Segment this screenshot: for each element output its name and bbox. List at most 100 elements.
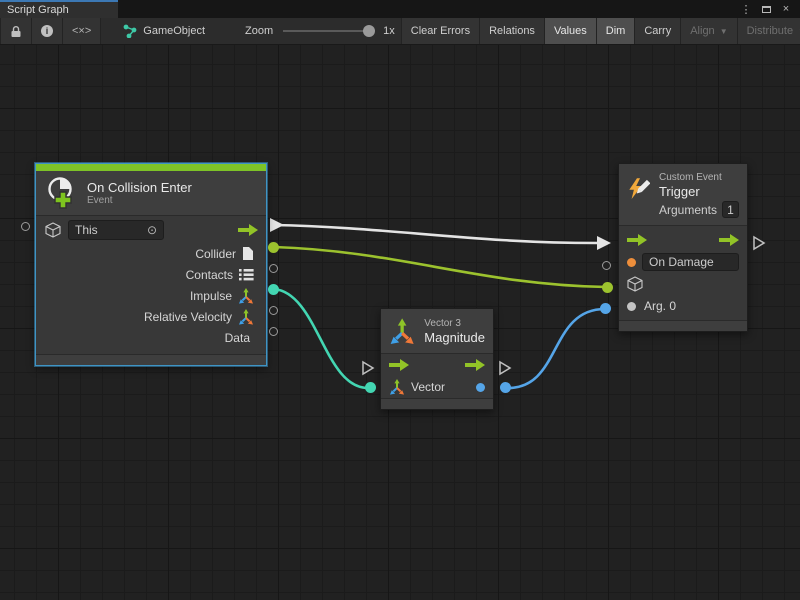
node-title: Trigger [659, 184, 739, 199]
port-row-impulse[interactable]: Impulse [36, 285, 266, 306]
magnitude-output-port[interactable] [476, 383, 485, 392]
tab-title: Script Graph [7, 4, 69, 16]
this-value: This [75, 223, 98, 237]
kebab-menu-icon[interactable]: ⋮ [738, 1, 754, 17]
event-name-port[interactable] [627, 258, 636, 267]
arg0-port [627, 302, 636, 311]
values-button[interactable]: Values [545, 18, 597, 44]
wire-collider-to-target[interactable] [274, 247, 606, 287]
close-icon[interactable]: × [778, 1, 794, 17]
node-title: On Collision Enter [87, 180, 192, 195]
node-title: Magnitude [424, 330, 485, 345]
port-label: Collider [195, 247, 236, 261]
flow-out-arrow-icon[interactable] [465, 359, 485, 371]
distribute-button[interactable]: Distribute ▼ [738, 18, 800, 44]
port-relative-velocity-output[interactable] [269, 306, 278, 315]
vector3-axis-icon [389, 318, 415, 345]
lock-icon [10, 25, 22, 38]
port-magnitude-output[interactable] [500, 382, 511, 393]
port-flow-in-triangle[interactable] [361, 360, 375, 376]
graph-canvas[interactable]: On Collision Enter Event This ⊙ Collider [0, 45, 800, 600]
port-collider-output[interactable] [268, 242, 279, 253]
wire-flow-start-arrow [270, 218, 284, 232]
port-trigger-flow-out-triangle[interactable] [752, 235, 766, 251]
vector3-axis-icon [389, 379, 405, 395]
cube-icon [626, 275, 644, 293]
wire-flow-end-arrow [597, 236, 611, 250]
this-field[interactable]: This ⊙ [68, 220, 164, 240]
clear-errors-button[interactable]: Clear Errors [401, 18, 480, 44]
graph-context[interactable]: GameObject [117, 18, 211, 44]
port-label: Impulse [190, 289, 232, 303]
vector3-axis-icon [238, 288, 254, 304]
port-row-data[interactable]: Data [36, 327, 266, 348]
collision-event-icon [44, 176, 78, 210]
titlebar: Script Graph ⋮ × [0, 0, 800, 18]
target-row[interactable] [619, 273, 747, 295]
vector3-axis-icon [238, 309, 254, 325]
port-impulse-output[interactable] [268, 284, 279, 295]
port-this-input[interactable] [21, 222, 30, 231]
titlebar-spacer [118, 0, 738, 18]
arg0-label: Arg. 0 [644, 299, 676, 313]
gameobject-label: GameObject [143, 25, 205, 37]
flow-out-arrow-icon[interactable] [238, 224, 258, 236]
port-row-contacts[interactable]: Contacts [36, 264, 266, 285]
tab-script-graph[interactable]: Script Graph [0, 0, 118, 18]
distribute-label: Distribute [747, 25, 793, 37]
port-row-collider[interactable]: Collider [36, 243, 266, 264]
info-icon: i [41, 25, 53, 37]
port-label: Contacts [186, 268, 233, 282]
port-arg0-input[interactable] [600, 303, 611, 314]
flow-out-arrow-icon[interactable] [719, 234, 739, 246]
node-type-label: Custom Event [659, 171, 739, 184]
align-button[interactable]: Align ▼ [681, 18, 737, 44]
arguments-field[interactable]: 1 [722, 201, 739, 218]
wire-magnitude-to-arg0[interactable] [506, 309, 605, 388]
zoom-label: Zoom [245, 25, 273, 37]
carry-button[interactable]: Carry [635, 18, 681, 44]
vector-input-row[interactable]: Vector [381, 376, 493, 398]
flow-row [381, 354, 493, 376]
node-on-collision-enter[interactable]: On Collision Enter Event This ⊙ Collider [35, 163, 267, 366]
port-flow-out-triangle[interactable] [498, 360, 512, 376]
port-data-output[interactable] [269, 327, 278, 336]
code-preview-button[interactable]: <×> [63, 18, 101, 44]
relations-button[interactable]: Relations [480, 18, 545, 44]
lock-button[interactable] [0, 18, 32, 44]
maximize-icon[interactable] [758, 1, 774, 17]
code-icon: <×> [72, 25, 91, 37]
target-row: This ⊙ [36, 216, 266, 243]
port-vector-input[interactable] [365, 382, 376, 393]
wire-flow[interactable] [272, 225, 597, 243]
port-target-input[interactable] [602, 282, 613, 293]
zoom-slider-handle[interactable] [363, 25, 375, 37]
arguments-label: Arguments [659, 203, 717, 217]
flow-in-arrow-icon[interactable] [627, 234, 647, 246]
port-contacts-output[interactable] [269, 264, 278, 273]
node-trigger-custom-event[interactable]: Custom Event Trigger Arguments 1 On [618, 163, 748, 332]
node-header: Custom Event Trigger Arguments 1 [619, 164, 747, 226]
graph-icon [123, 24, 137, 38]
object-picker-icon[interactable]: ⊙ [147, 223, 157, 237]
vector-port-label: Vector [411, 380, 445, 394]
port-row-relative-velocity[interactable]: Relative Velocity [36, 306, 266, 327]
arg0-row[interactable]: Arg. 0 [619, 295, 747, 317]
list-icon [239, 268, 254, 281]
custom-event-icon [627, 174, 650, 204]
window-controls: ⋮ × [738, 0, 800, 18]
node-subtitle: Event [87, 195, 192, 207]
node-vector3-magnitude[interactable]: Vector 3 Magnitude Vector [380, 308, 494, 410]
wire-impulse-to-vector[interactable] [274, 289, 368, 388]
flow-in-arrow-icon[interactable] [389, 359, 409, 371]
port-event-name-input[interactable] [602, 261, 611, 270]
dim-button[interactable]: Dim [597, 18, 636, 44]
graph-toolbar: i <×> GameObject Zoom 1x Clear Errors Re… [0, 18, 800, 45]
zoom-slider[interactable] [283, 30, 373, 32]
event-name-value: On Damage [649, 255, 714, 269]
zoom-control: Zoom 1x [239, 18, 401, 44]
event-accent-bar [36, 164, 266, 171]
event-name-field[interactable]: On Damage [642, 253, 739, 271]
inspect-button[interactable]: i [32, 18, 63, 44]
node-footer [619, 320, 747, 331]
